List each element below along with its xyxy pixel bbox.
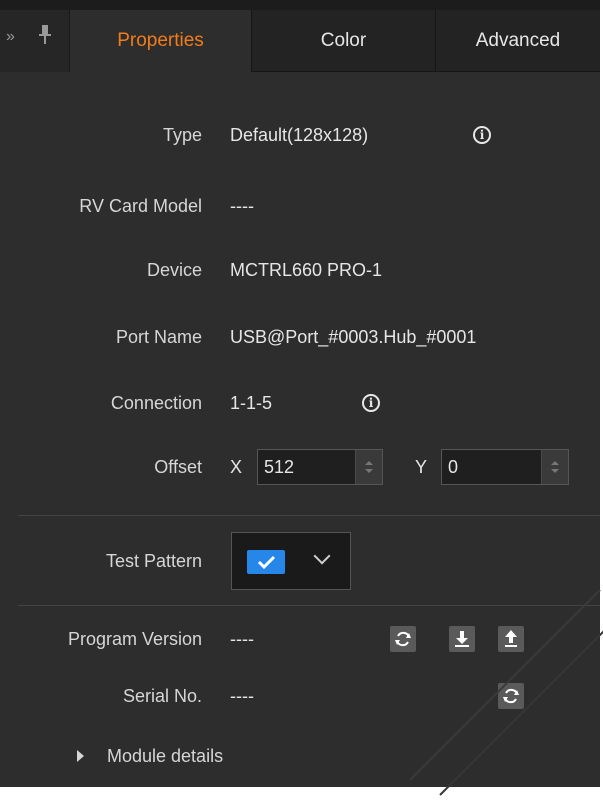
divider (18, 515, 600, 516)
refresh-program-version-button[interactable] (390, 626, 416, 652)
info-glyph: i (368, 396, 374, 410)
tab-properties[interactable]: Properties (70, 10, 251, 72)
offset-x-spin-arrows[interactable] (355, 450, 382, 484)
divider (18, 605, 600, 606)
chevron-down-icon[interactable] (313, 547, 331, 565)
program-version-label: Program Version (67, 629, 202, 649)
triangle-right-icon (77, 750, 84, 762)
offset-x-stepper[interactable] (257, 449, 383, 485)
port-name-value: USB@Port_#0003.Hub_#0001 (230, 327, 477, 347)
offset-x-input[interactable] (258, 450, 356, 484)
test-pattern-dropdown[interactable] (231, 532, 351, 590)
upload-icon (505, 630, 517, 647)
offset-x-label: X (230, 457, 243, 477)
refresh-icon (395, 631, 411, 647)
offset-y-input[interactable] (442, 450, 542, 484)
offset-y-label: Y (415, 457, 428, 477)
connection-label: Connection (110, 393, 202, 413)
port-name-label: Port Name (115, 327, 202, 347)
rv-card-model-value: ---- (230, 196, 254, 216)
info-icon[interactable]: i (362, 394, 380, 412)
pin-icon[interactable] (38, 24, 52, 46)
device-value: MCTRL660 PRO-1 (230, 260, 383, 280)
offset-y-stepper[interactable] (441, 449, 569, 485)
checkmark-icon (257, 555, 276, 570)
tab-controls: » (0, 10, 70, 72)
properties-panel: » Properties Color Advanced Type Default… (0, 0, 603, 796)
panel-top-border (0, 0, 600, 10)
tab-advanced[interactable]: Advanced (435, 10, 600, 72)
upload-button[interactable] (498, 626, 524, 652)
type-value: Default(128x128) (230, 125, 369, 145)
expand-icon[interactable]: » (6, 28, 15, 46)
download-button[interactable] (449, 626, 475, 652)
offset-y-spin-arrows[interactable] (541, 450, 568, 484)
serial-no-value: ---- (230, 686, 254, 706)
info-glyph: i (479, 128, 485, 142)
program-version-value: ---- (230, 629, 254, 649)
device-label: Device (146, 260, 202, 280)
connection-value: 1-1-5 (230, 393, 273, 413)
refresh-icon (503, 688, 519, 704)
info-icon[interactable]: i (473, 126, 491, 144)
offset-label: Offset (154, 457, 202, 477)
test-pattern-checkbox[interactable] (247, 550, 285, 574)
test-pattern-label: Test Pattern (105, 551, 202, 571)
module-details-label: Module details (107, 746, 224, 766)
type-label: Type (162, 125, 202, 145)
rv-card-model-label: RV Card Model (79, 196, 202, 216)
serial-no-label: Serial No. (122, 686, 202, 706)
refresh-serial-button[interactable] (498, 683, 524, 709)
download-icon (455, 631, 469, 647)
tab-color[interactable]: Color (251, 10, 435, 72)
